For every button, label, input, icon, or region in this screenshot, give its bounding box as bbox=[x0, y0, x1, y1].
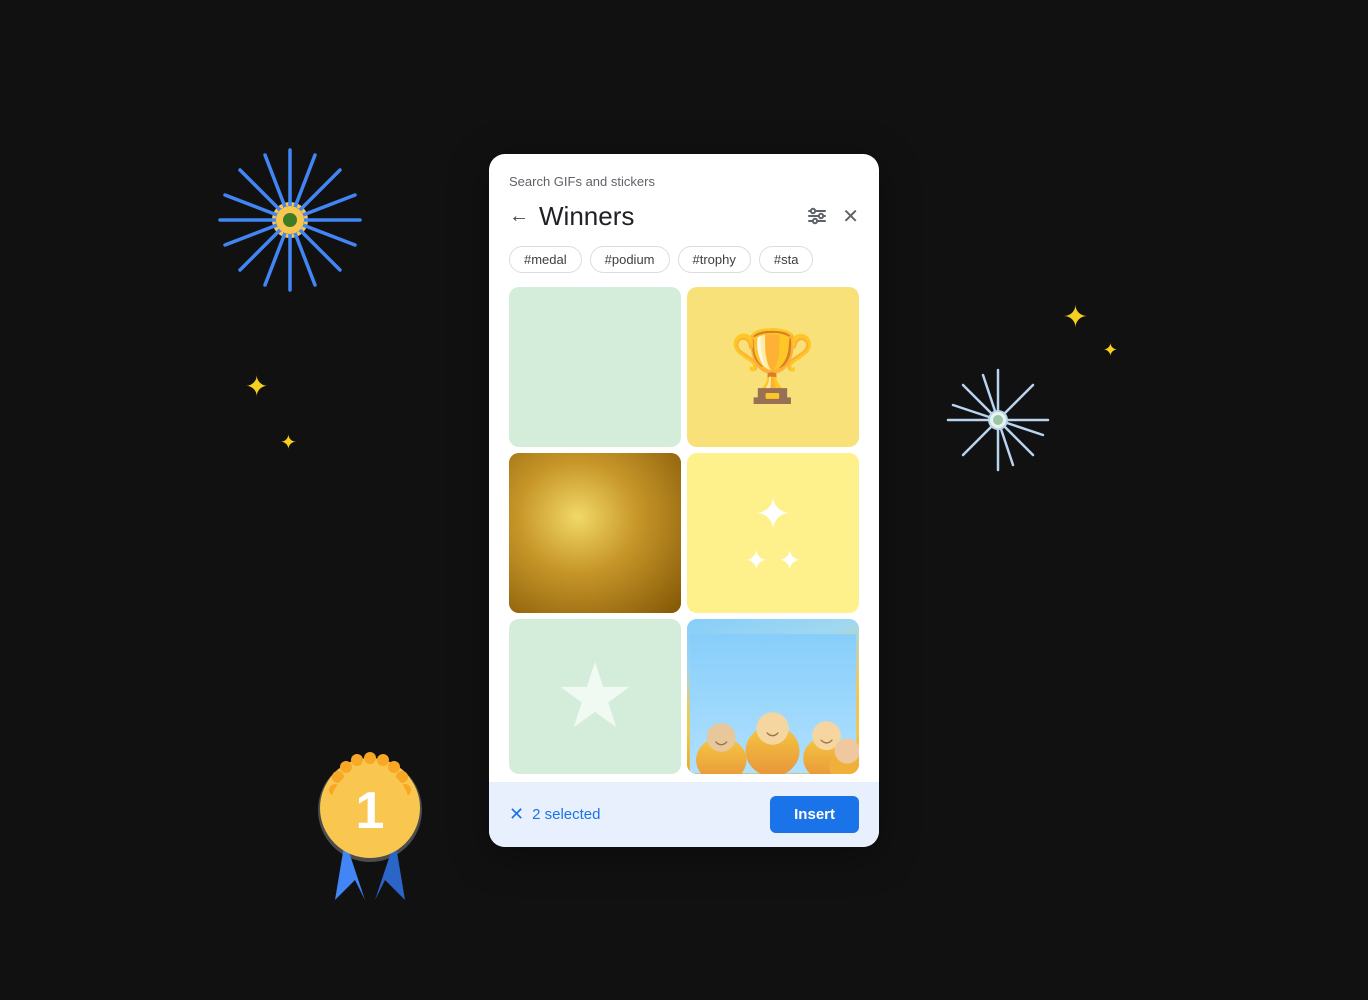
nav-title: Winners bbox=[539, 201, 634, 232]
dialog-header: Search GIFs and stickers ← Winners bbox=[489, 154, 879, 273]
gif-search-dialog: Search GIFs and stickers ← Winners bbox=[489, 154, 879, 847]
people-svg bbox=[687, 634, 859, 774]
sparkle-small-left: ✦ bbox=[745, 544, 768, 577]
gif-item-2[interactable]: 🏆 bbox=[687, 287, 859, 447]
medal-badge-icon: 1 bbox=[290, 710, 450, 910]
nav-left: ← Winners bbox=[509, 201, 634, 232]
bottom-bar: ✕ 2 selected Insert bbox=[489, 782, 879, 847]
gold-shimmer-bg bbox=[509, 453, 681, 613]
gif-item-5[interactable]: ★ bbox=[509, 619, 681, 774]
insert-button[interactable]: Insert bbox=[770, 796, 859, 833]
gif-item-1[interactable] bbox=[509, 287, 681, 447]
back-button[interactable]: ← bbox=[509, 205, 529, 228]
gif-grid: 🏆 ✦ ✦ ✦ ★ bbox=[489, 287, 879, 774]
sparkle-row-bottom: ✦ ✦ bbox=[745, 544, 802, 577]
trophy-icon: 🏆 bbox=[729, 326, 816, 408]
filter-button[interactable] bbox=[806, 205, 828, 227]
sparkle-row-top: ✦ bbox=[755, 489, 792, 540]
sparkles-group: ✦ ✦ ✦ bbox=[745, 453, 802, 613]
star-icon: ★ bbox=[555, 644, 636, 749]
sparkle-icon-1: ✦ bbox=[245, 370, 268, 403]
clear-selection-button[interactable]: ✕ bbox=[509, 804, 524, 825]
gif-item-4[interactable]: ✦ ✦ ✦ bbox=[687, 453, 859, 613]
sparkle-icon-3: ✦ bbox=[1063, 300, 1088, 335]
sparkle-small-right: ✦ bbox=[778, 544, 801, 577]
sparkle-big: ✦ bbox=[755, 489, 792, 540]
gif-item-6[interactable] bbox=[687, 619, 859, 774]
people-photo-bg bbox=[687, 619, 859, 774]
light-firework-icon bbox=[938, 360, 1058, 480]
gif-item-3[interactable] bbox=[509, 453, 681, 613]
nav-right: ✕ bbox=[806, 204, 859, 229]
nav-row: ← Winners ✕ bbox=[509, 201, 859, 232]
svg-text:1: 1 bbox=[356, 782, 385, 840]
sparkle-icon-4: ✦ bbox=[1103, 340, 1118, 361]
filter-icon bbox=[806, 205, 828, 227]
close-button[interactable]: ✕ bbox=[842, 204, 859, 229]
search-label: Search GIFs and stickers bbox=[509, 174, 859, 189]
sparkle-icon-2: ✦ bbox=[280, 430, 297, 455]
tag-medal[interactable]: #medal bbox=[509, 246, 582, 273]
tags-row: #medal #podium #trophy #sta bbox=[509, 246, 859, 273]
tag-sta[interactable]: #sta bbox=[759, 246, 814, 273]
tag-trophy[interactable]: #trophy bbox=[678, 246, 751, 273]
tag-podium[interactable]: #podium bbox=[590, 246, 670, 273]
blue-firework-icon bbox=[200, 130, 380, 310]
selected-info: ✕ 2 selected bbox=[509, 804, 600, 825]
selected-count-label: 2 selected bbox=[532, 806, 600, 823]
